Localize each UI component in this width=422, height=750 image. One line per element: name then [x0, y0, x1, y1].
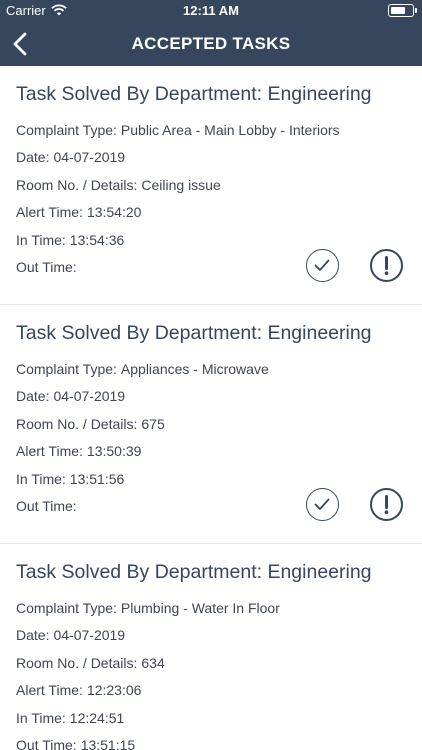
battery-icon [388, 4, 417, 17]
out-time-label: Out Time: [16, 498, 77, 514]
out-time-value: 13:51:15 [80, 737, 136, 750]
task-list: Task Solved By Department: Engineering C… [0, 66, 422, 750]
navigation-header: Carrier 12:11 AM ACCEPTED TASKS [0, 0, 422, 66]
in-time-value: 12:24:51 [69, 710, 125, 726]
task-title: Task Solved By Department: Engineering [16, 83, 372, 105]
complaint-type-label: Complaint Type: [16, 600, 117, 616]
checkmark-icon [314, 498, 330, 510]
date-value: 04-07-2019 [53, 388, 126, 404]
in-time-row: In Time: 13:54:36 [16, 232, 124, 248]
complaint-type-label: Complaint Type: [16, 122, 117, 138]
checkmark-icon [314, 259, 330, 271]
alert-time-label: Alert Time: [16, 682, 83, 698]
alert-time-label: Alert Time: [16, 204, 83, 220]
in-time-value: 13:54:36 [69, 232, 125, 248]
exclamation-icon [384, 256, 389, 275]
room-row: Room No. / Details: Ceiling issue [16, 177, 221, 193]
date-value: 04-07-2019 [53, 627, 126, 643]
room-value: 675 [141, 416, 165, 432]
complaint-type-row: Complaint Type: Public Area - Main Lobby … [16, 122, 340, 138]
out-time-row: Out Time: [16, 498, 81, 514]
room-label: Room No. / Details: [16, 416, 138, 432]
room-row: Room No. / Details: 675 [16, 416, 165, 432]
room-label: Room No. / Details: [16, 655, 138, 671]
alert-time-value: 13:54:20 [86, 204, 142, 220]
date-label: Date: [16, 388, 50, 404]
date-label: Date: [16, 149, 50, 165]
alert-time-row: Alert Time: 12:23:06 [16, 682, 141, 698]
complaint-type-label: Complaint Type: [16, 361, 117, 377]
date-row: Date: 04-07-2019 [16, 149, 125, 165]
page-title: ACCEPTED TASKS [131, 34, 291, 53]
room-value: 634 [141, 655, 165, 671]
battery-level [391, 7, 405, 14]
date-label: Date: [16, 627, 50, 643]
date-value: 04-07-2019 [53, 149, 126, 165]
exclamation-icon [384, 495, 389, 514]
out-time-label: Out Time: [16, 737, 77, 750]
room-row: Room No. / Details: 634 [16, 655, 165, 671]
complaint-type-value: Appliances - Microwave [120, 361, 269, 377]
complete-task-button[interactable] [306, 249, 339, 282]
in-time-value: 13:51:56 [69, 471, 125, 487]
in-time-row: In Time: 12:24:51 [16, 710, 124, 726]
status-time: 12:11 AM [183, 3, 239, 18]
room-value: Ceiling issue [141, 177, 221, 193]
out-time-label: Out Time: [16, 259, 77, 275]
date-row: Date: 04-07-2019 [16, 627, 125, 643]
alert-time-label: Alert Time: [16, 443, 83, 459]
task-card: Task Solved By Department: Engineering C… [0, 544, 422, 750]
alert-time-row: Alert Time: 13:54:20 [16, 204, 141, 220]
alert-time-value: 12:23:06 [86, 682, 142, 698]
task-title: Task Solved By Department: Engineering [16, 561, 372, 583]
in-time-row: In Time: 13:51:56 [16, 471, 124, 487]
report-issue-button[interactable] [370, 488, 403, 521]
alert-time-row: Alert Time: 13:50:39 [16, 443, 141, 459]
task-title: Task Solved By Department: Engineering [16, 322, 372, 344]
in-time-label: In Time: [16, 710, 66, 726]
battery-nub [415, 8, 417, 13]
in-time-label: In Time: [16, 232, 66, 248]
out-time-row: Out Time: 13:51:15 [16, 737, 135, 750]
complaint-type-row: Complaint Type: Appliances - Microwave [16, 361, 269, 377]
task-card: Task Solved By Department: Engineering C… [0, 66, 422, 305]
report-issue-button[interactable] [370, 249, 403, 282]
complete-task-button[interactable] [306, 488, 339, 521]
in-time-label: In Time: [16, 471, 66, 487]
room-label: Room No. / Details: [16, 177, 138, 193]
date-row: Date: 04-07-2019 [16, 388, 125, 404]
complaint-type-value: Plumbing - Water In Floor [120, 600, 280, 616]
out-time-row: Out Time: [16, 259, 81, 275]
status-bar: Carrier 12:11 AM [0, 0, 422, 22]
alert-time-value: 13:50:39 [86, 443, 142, 459]
complaint-type-value: Public Area - Main Lobby - Interiors [120, 122, 340, 138]
complaint-type-row: Complaint Type: Plumbing - Water In Floor [16, 600, 280, 616]
task-card: Task Solved By Department: Engineering C… [0, 305, 422, 544]
